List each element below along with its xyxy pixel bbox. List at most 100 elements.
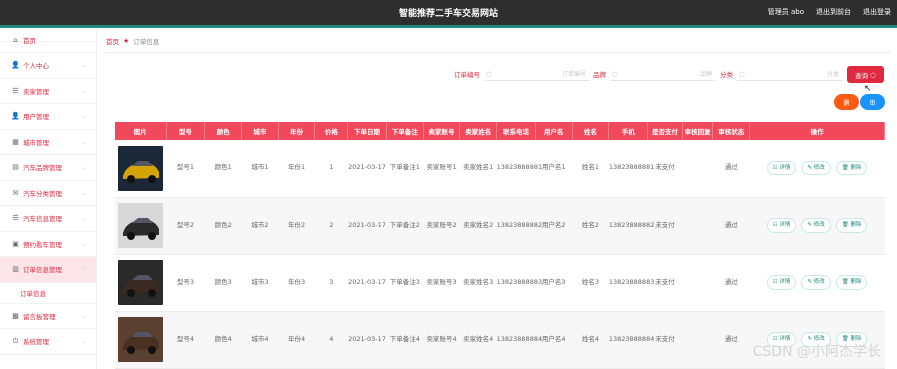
edit-label: 修改 — [813, 222, 825, 229]
category-input[interactable]: ○ 分类 — [737, 67, 843, 81]
column-header: 下单备注 — [386, 122, 424, 140]
sidebar-item-appointment[interactable]: ▣ 预约看车管理 ⌄ — [0, 232, 96, 257]
chevron-down-icon: ⌄ — [81, 215, 87, 222]
cell-date: 2021-03-17 — [347, 254, 387, 312]
sidebar-item-system[interactable]: ⏻ 系统管理 ⌄ — [0, 329, 96, 355]
search-icon: ○ — [870, 70, 876, 79]
sidebar-subitem-order-info[interactable]: 订单信息 — [0, 283, 96, 304]
chevron-down-icon: ⌄ — [81, 189, 87, 197]
delete-button[interactable]: 🗑 删除 — [835, 218, 868, 233]
cell-city: 城市4 — [241, 311, 279, 369]
logout-link[interactable]: 退出登录 — [863, 7, 891, 17]
cell-seller_acc: 卖家账号1 — [423, 140, 460, 198]
document-icon: ▥ — [12, 265, 19, 274]
table-row: 型号1 颜色1 城市1 年份1 1 2021-03-17 下单备注1 卖家账号1 卖家姓名1 13… — [115, 140, 885, 198]
sidebar-item-personal-center[interactable]: 👤 个人中心 ⌄ — [0, 53, 96, 79]
cell-model: 型号4 — [166, 311, 205, 369]
chevron-down-icon: ⌄ — [81, 164, 87, 171]
cell-color: 颜色3 — [204, 254, 242, 312]
delete-button[interactable]: 🗑 删除 — [835, 275, 868, 290]
cell-seller_name: 卖家姓名4 — [459, 311, 497, 369]
delete-label: 删除 — [850, 222, 862, 229]
cell-year: 年份2 — [278, 197, 315, 255]
batch-delete-button[interactable]: 删 — [834, 94, 859, 110]
column-header: 城市 — [241, 122, 279, 140]
power-icon: ⏻ — [12, 336, 19, 345]
cell-date: 2021-03-17 — [347, 197, 387, 255]
cell-color: 颜色4 — [204, 311, 242, 369]
breadcrumb-home[interactable]: 首页 — [106, 36, 119, 46]
chevron-down-icon: ⌄ — [81, 62, 87, 69]
detail-label: 详情 — [779, 165, 791, 172]
column-header: 审核状态 — [712, 122, 751, 140]
cell-price: 3 — [314, 254, 348, 312]
column-header: 卖家账号 — [423, 122, 461, 140]
column-header: 联系电话 — [496, 122, 536, 140]
sidebar-item-label: 卖家管理 — [23, 87, 49, 96]
sidebar-item-car-brand[interactable]: ▤ 汽车品牌管理 ⌄ — [0, 155, 96, 181]
chevron-down-icon: ⌄ — [81, 338, 87, 345]
cell-status: 通过 — [712, 140, 750, 198]
chevron-down-icon: ⌄ — [81, 240, 87, 248]
category-label: 分类 — [720, 71, 733, 79]
sidebar-item-city[interactable]: ▦ 城市管理 ⌄ — [0, 130, 96, 155]
cell-city: 城市3 — [241, 254, 279, 312]
cell-name: 姓名1 — [572, 140, 609, 198]
table-header-row: 图片 型号 颜色 城市 年份 价格 下单日期 下单备注 卖家账号 卖家姓名 联系电话 用户名 姓名 手机是… — [115, 122, 885, 140]
user-icon: 👤 — [11, 112, 20, 121]
cell-name: 姓名3 — [572, 254, 609, 312]
sidebar-item-seller[interactable]: ☰ 卖家管理 ⌄ — [0, 79, 96, 104]
search-icon: ○ — [739, 69, 745, 78]
delete-label: 删除 — [850, 279, 862, 286]
sidebar-item-car-category[interactable]: ✉ 汽车分类管理 ⌄ — [0, 181, 96, 206]
exit-to-frontend-link[interactable]: 退出到前台 — [816, 7, 851, 17]
edit-button[interactable]: ✎ 修改 — [801, 275, 831, 290]
table-row: 型号2 颜色2 城市2 年份2 2 2021-03-17 下单备注2 卖家账号2 卖家姓名2 13… — [115, 197, 885, 255]
detail-button[interactable]: ☷ 详情 — [766, 275, 797, 290]
detail-button[interactable]: ☷ 详情 — [766, 161, 797, 176]
breadcrumb: 首页 ★ 订单信息 — [106, 36, 159, 46]
column-header: 卖家姓名 — [459, 122, 498, 140]
list-icon: ☰ — [12, 214, 19, 223]
delete-button[interactable]: 🗑 删除 — [835, 161, 868, 176]
user-icon: 👤 — [11, 61, 20, 70]
cell-note: 下单备注1 — [386, 140, 424, 198]
chevron-down-icon: ⌄ — [81, 138, 87, 146]
cell-model: 型号2 — [166, 197, 205, 255]
car-icon: ▤ — [12, 163, 19, 172]
search-category-group: 分类 ○ 分类 — [720, 67, 843, 81]
column-header: 审核回复 — [682, 122, 714, 140]
sidebar-item-order[interactable]: ▥ 订单信息管理 ⌃ — [0, 257, 96, 283]
column-header: 手机 — [608, 122, 649, 140]
cell-seller_acc: 卖家账号2 — [423, 197, 460, 255]
cell-model: 型号3 — [166, 254, 205, 312]
sidebar-item-home[interactable]: ⌂ 首页 — [0, 28, 96, 53]
breadcrumb-current: 订单信息 — [133, 38, 160, 46]
search-button[interactable]: 查询 ○ — [847, 66, 884, 83]
cell-reply — [682, 197, 713, 255]
actions-cell: ☷ 详情 ✎ 修改 🗑 删除 — [749, 140, 885, 198]
app-title: 智能推荐二手车交易网站 — [398, 9, 498, 19]
detail-button[interactable]: ☷ 详情 — [766, 218, 797, 233]
edit-button[interactable]: ✎ 修改 — [801, 161, 831, 176]
edit-label: 修改 — [813, 279, 825, 286]
cell-name: 姓名4 — [572, 311, 609, 369]
cell-phone: 13823888883 — [496, 254, 542, 312]
cell-name: 姓名2 — [572, 197, 609, 255]
cell-status: 通过 — [712, 197, 750, 255]
cell-city: 城市1 — [241, 140, 279, 198]
cell-year: 年份4 — [278, 311, 315, 369]
sidebar-item-users[interactable]: 👤 用户管理 ⌄ — [0, 104, 96, 130]
orders-table: 图片 型号 颜色 城市 年份 价格 下单日期 下单备注 卖家账号 卖家姓名 联系电话 用户名 姓名 手机是… — [115, 122, 885, 369]
cell-reply — [682, 140, 713, 198]
cell-mobile: 13823888882 — [608, 197, 654, 255]
sidebar-item-message-board[interactable]: ▩ 留言板管理 ⌄ — [0, 304, 96, 329]
brand-input[interactable]: ○ 品牌 — [610, 67, 716, 81]
column-header: 价格 — [314, 122, 349, 140]
audit-button[interactable]: 审 — [860, 94, 885, 110]
edit-button[interactable]: ✎ 修改 — [801, 218, 831, 233]
sidebar-item-car-info[interactable]: ☰ 汽车信息管理 ⌄ — [0, 206, 96, 232]
order-number-label: 订单编号 — [454, 71, 480, 79]
order-number-input[interactable]: ○ 订单编号 — [484, 67, 590, 81]
top-header: 智能推荐二手车交易网站 管理员 abo 退出到前台 退出登录 — [0, 0, 897, 28]
